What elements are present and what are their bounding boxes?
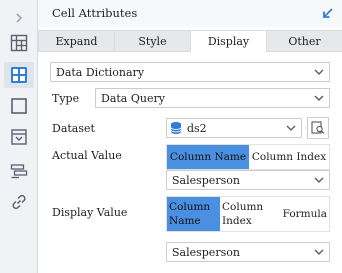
- dictionary-select-value: Data Dictionary: [56, 66, 145, 79]
- collapse-arrow-icon[interactable]: [320, 5, 336, 21]
- display-value-label: Display Value: [52, 206, 128, 219]
- dropdown-box-icon[interactable]: [4, 124, 34, 150]
- actual-value-label: Actual Value: [52, 149, 122, 162]
- preview-search-icon[interactable]: [307, 117, 329, 139]
- actual-value-option-column-name[interactable]: Column Name: [167, 145, 249, 169]
- display-value-option-formula[interactable]: Formula: [277, 197, 329, 231]
- tab-style[interactable]: Style: [114, 30, 191, 52]
- side-toolbar: [0, 0, 38, 273]
- attribute-tabs: Expand Style Display Other: [38, 30, 342, 52]
- condition-list-icon[interactable]: [4, 158, 34, 184]
- panel-title: Cell Attributes: [52, 6, 138, 20]
- display-tab-content: Data Dictionary Type Data Query Dataset …: [38, 52, 342, 273]
- display-value-option-column-index[interactable]: Column Index: [220, 197, 277, 231]
- link-icon[interactable]: [4, 189, 34, 215]
- tab-expand[interactable]: Expand: [38, 30, 115, 52]
- tab-other[interactable]: Other: [266, 30, 342, 52]
- cell-attributes-panel: Cell Attributes Expand Style Display Oth…: [38, 0, 342, 273]
- chevron-down-icon: [309, 171, 329, 189]
- expand-arrow-icon[interactable]: [4, 5, 34, 31]
- type-select[interactable]: Data Query: [95, 88, 330, 108]
- display-value-field-value: Salesperson: [172, 246, 240, 259]
- widget-icon[interactable]: [4, 62, 34, 88]
- panel-header: Cell Attributes: [38, 0, 342, 27]
- display-value-options: Column Name Column Index Formula: [166, 196, 330, 232]
- actual-value-options: Column Name Column Index: [166, 144, 330, 170]
- dataset-select-value: ds2: [187, 122, 207, 135]
- dataset-select[interactable]: ds2: [166, 118, 302, 138]
- display-value-option-column-name[interactable]: Column Name: [167, 197, 220, 231]
- actual-value-field-select[interactable]: Salesperson: [166, 170, 330, 190]
- chevron-down-icon: [309, 89, 329, 107]
- actual-value-field-value: Salesperson: [172, 174, 240, 187]
- chevron-down-icon: [281, 119, 301, 137]
- tab-display[interactable]: Display: [190, 30, 267, 52]
- display-value-field-select[interactable]: Salesperson: [166, 242, 330, 262]
- cell-grid-icon[interactable]: [4, 30, 34, 56]
- chevron-down-icon: [309, 63, 329, 81]
- type-label: Type: [52, 92, 80, 105]
- border-icon[interactable]: [4, 93, 34, 119]
- dictionary-select[interactable]: Data Dictionary: [50, 62, 330, 82]
- database-icon: [170, 121, 182, 138]
- actual-value-option-column-index[interactable]: Column Index: [249, 145, 329, 169]
- chevron-down-icon: [309, 243, 329, 261]
- dataset-label: Dataset: [52, 122, 95, 135]
- type-select-value: Data Query: [101, 92, 165, 105]
